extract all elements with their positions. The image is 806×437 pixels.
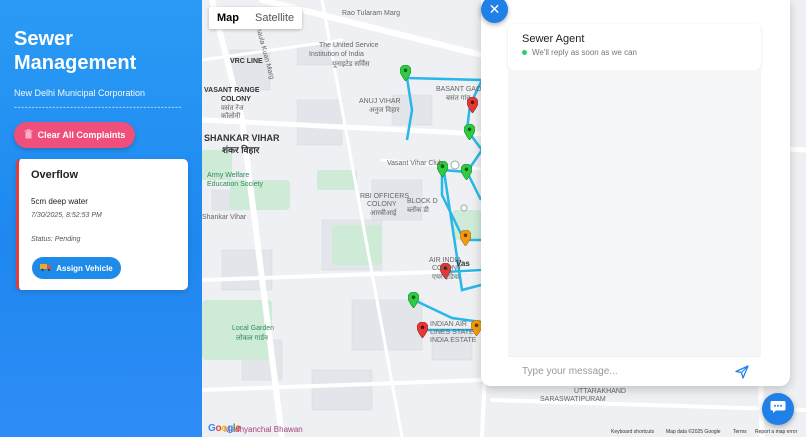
complaint-timestamp: 7/30/2025, 8:52:53 PM: [31, 212, 102, 219]
map-label: शंकर विहार: [222, 145, 260, 155]
chat-bubble-icon: [770, 400, 786, 419]
chat-toggle-button[interactable]: [762, 393, 794, 425]
map-label: VASANT RANGE: [204, 87, 260, 94]
google-logo: Google: [208, 423, 241, 434]
map-label: बसंत गांव: [446, 95, 471, 102]
complaint-card[interactable]: Overflow 5cm deep water 7/30/2025, 8:52:…: [16, 159, 188, 290]
map-label: आरबीआई: [370, 210, 397, 217]
map-label: UTTARAKHAND: [574, 388, 626, 395]
chat-input-bar: [508, 356, 761, 386]
report-map-error-link[interactable]: Report a map error: [755, 429, 797, 435]
complaint-title: Overflow: [31, 169, 79, 181]
assign-vehicle-button[interactable]: Assign Vehicle: [32, 257, 121, 279]
map-pin-green[interactable]: [463, 123, 476, 145]
map-pin-orange[interactable]: [459, 229, 472, 251]
map-label: Institution of India: [309, 51, 364, 58]
keyboard-shortcuts-link[interactable]: Keyboard shortcuts: [611, 429, 654, 435]
online-dot-icon: [522, 50, 527, 55]
map-label: COLONY: [367, 201, 397, 208]
chat-messages: [508, 70, 761, 356]
map-pin-green[interactable]: [460, 163, 473, 185]
map-label: RBI OFFICERS: [360, 193, 410, 200]
map-label: INDIA ESTATE: [430, 337, 477, 344]
map-label: Rao Tularam Marg: [342, 10, 400, 17]
map-data-attribution: Map data ©2025 Google: [666, 429, 721, 435]
map-type-tabs: Map Satellite: [209, 7, 303, 29]
map-pin-green[interactable]: [399, 64, 412, 86]
map-label: Vasant Vihar Club: [387, 160, 443, 167]
organization-name: New Delhi Municipal Corporation: [14, 88, 146, 98]
clear-all-complaints-label: Clear All Complaints: [37, 130, 126, 140]
map-label: लोकल गार्डन: [236, 335, 269, 342]
map-label: BASANT GAON: [436, 86, 487, 93]
map-label: Education Society: [207, 181, 264, 188]
map-label: अनुज विहार: [369, 107, 400, 114]
map-label: ANUJ VIHAR: [359, 98, 401, 105]
map-label: Shankar Vihar: [202, 214, 247, 221]
message-input[interactable]: [520, 365, 720, 378]
chat-header: Sewer Agent We'll reply as soon as we ca…: [508, 24, 761, 70]
send-icon[interactable]: [735, 365, 749, 384]
map-label: COLONY: [221, 96, 251, 103]
map-label: Army Welfare: [207, 172, 250, 179]
map-label: ब्लॉक डी: [407, 207, 429, 214]
map-label: कॉलोनी: [221, 113, 241, 120]
tab-map[interactable]: Map: [209, 7, 247, 29]
terms-link[interactable]: Terms: [733, 429, 747, 435]
map-label: यूनाइटेड सर्विस: [332, 61, 370, 68]
trash-icon: [24, 129, 33, 141]
app-title: Sewer Management: [14, 28, 137, 74]
complaint-status: Status: Pending: [31, 236, 81, 243]
map-label: The United Service: [319, 42, 379, 49]
map-label: Local Garden: [232, 325, 275, 332]
divider: ----------------------------------------…: [14, 102, 182, 112]
clear-all-complaints-button[interactable]: Clear All Complaints: [14, 122, 135, 148]
chat-panel: Sewer Agent We'll reply as soon as we ca…: [481, 0, 790, 386]
close-icon: ✕: [488, 1, 501, 17]
map-label: BLOCK D: [407, 198, 438, 205]
complaint-description: 5cm deep water: [31, 197, 88, 206]
map-label: VRC LINE: [230, 58, 263, 65]
map-label: एयर इंडिया: [432, 274, 460, 281]
map-pin-red[interactable]: [416, 321, 429, 343]
map-label: INDIAN AIR: [430, 321, 467, 328]
map-label: SARASWATIPURAM: [540, 396, 606, 403]
agent-status-text: We'll reply as soon as we can: [532, 48, 637, 57]
assign-vehicle-label: Assign Vehicle: [56, 263, 113, 273]
tab-satellite[interactable]: Satellite: [247, 7, 302, 29]
agent-status: We'll reply as soon as we can: [522, 48, 747, 57]
map-label: SHANKAR VIHAR: [204, 133, 280, 143]
map-pin-green[interactable]: [407, 291, 420, 313]
agent-name: Sewer Agent: [522, 33, 585, 45]
map-label: LINES STATE: [430, 329, 474, 336]
map-label: Vas: [456, 259, 470, 268]
truck-icon: [40, 263, 52, 273]
